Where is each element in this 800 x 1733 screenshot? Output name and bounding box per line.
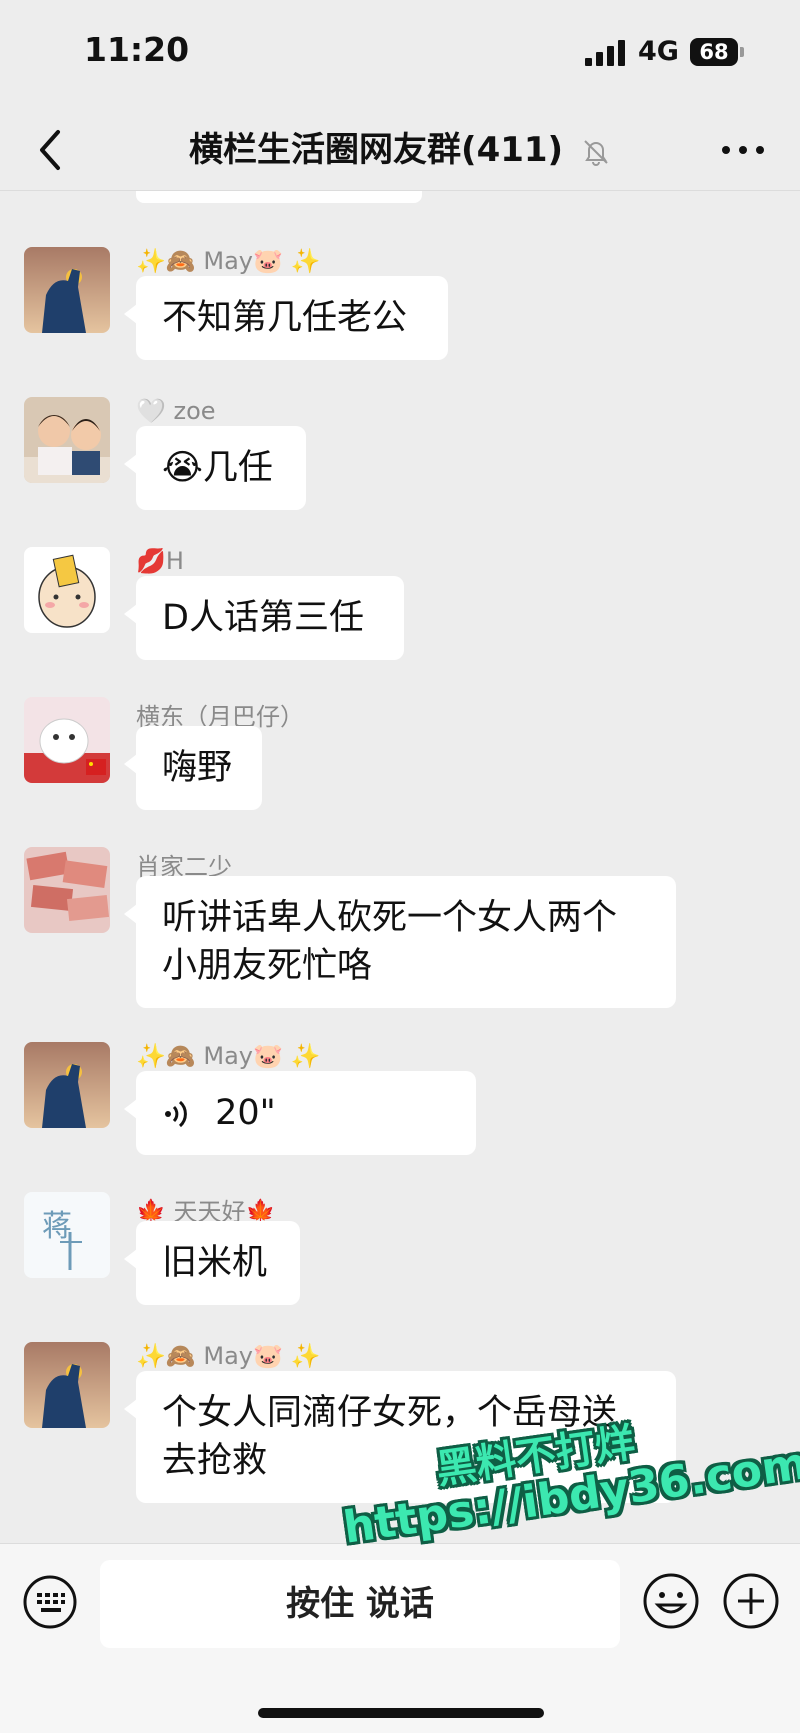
message-bubble[interactable]: 嗨野	[124, 726, 262, 810]
avatar[interactable]	[24, 847, 110, 933]
sender-name: 🤍 zoe	[136, 397, 216, 425]
status-bar: 11:20 4G 68	[0, 0, 800, 110]
message-bubble[interactable]: 😭几任	[124, 426, 306, 510]
network-type: 4G	[638, 36, 679, 67]
voice-message-bubble[interactable]: 20"	[124, 1071, 476, 1155]
avatar[interactable]	[24, 1342, 110, 1428]
status-time: 11:20	[84, 30, 190, 69]
voice-duration: 20"	[215, 1093, 276, 1133]
sender-name: ✨🙈 May🐷 ✨	[136, 247, 321, 275]
previous-message-bubble	[136, 191, 422, 203]
voice-wave-icon	[165, 1100, 187, 1128]
avatar[interactable]	[24, 247, 110, 333]
avatar[interactable]: 蒋	[24, 1192, 110, 1278]
message-bubble[interactable]: 旧米机	[124, 1221, 300, 1305]
battery-icon: 68	[690, 38, 738, 66]
message-text: 😭几任	[162, 448, 273, 488]
message-text: D人话第三任	[162, 598, 364, 638]
signal-icon	[585, 40, 629, 66]
message-text: 旧米机	[162, 1243, 268, 1283]
message-bubble[interactable]: 不知第几任老公	[124, 276, 448, 360]
message-bubble[interactable]: D人话第三任	[124, 576, 404, 660]
avatar[interactable]	[24, 547, 110, 633]
battery-level: 68	[699, 40, 729, 64]
more-options-icon[interactable]	[718, 132, 768, 168]
chat-title: 横栏生活圈网友群(411)	[189, 130, 564, 170]
chat-title-wrapper: 横栏生活圈网友群(411)	[0, 122, 800, 178]
chat-header: 横栏生活圈网友群(411)	[0, 110, 800, 191]
chat-message-list[interactable]: ✨🙈 May🐷 ✨ 不知第几任老公 🤍 zoe 😭几任 💋H D人话第三任 横东…	[0, 191, 800, 1543]
svg-text:蒋: 蒋	[42, 1209, 72, 1244]
avatar[interactable]	[24, 397, 110, 483]
message-bubble[interactable]: 听讲话卑人砍死一个女人两个小朋友死忙咯	[124, 876, 676, 1008]
message-text: 嗨野	[162, 748, 233, 788]
emoji-icon[interactable]	[642, 1572, 700, 1630]
sender-name: ✨🙈 May🐷 ✨	[136, 1342, 321, 1370]
mute-bell-icon	[584, 139, 608, 166]
message-text: 听讲话卑人砍死一个女人两个小朋友死忙咯	[162, 898, 618, 986]
sender-name: 💋H	[136, 547, 184, 575]
add-icon[interactable]	[722, 1572, 780, 1630]
keyboard-icon[interactable]	[22, 1574, 78, 1630]
avatar[interactable]	[24, 697, 110, 783]
message-text: 不知第几任老公	[162, 298, 408, 338]
sender-name: ✨🙈 May🐷 ✨	[136, 1042, 321, 1070]
avatar[interactable]	[24, 1042, 110, 1128]
battery-tip	[740, 47, 744, 57]
home-indicator	[258, 1708, 544, 1718]
